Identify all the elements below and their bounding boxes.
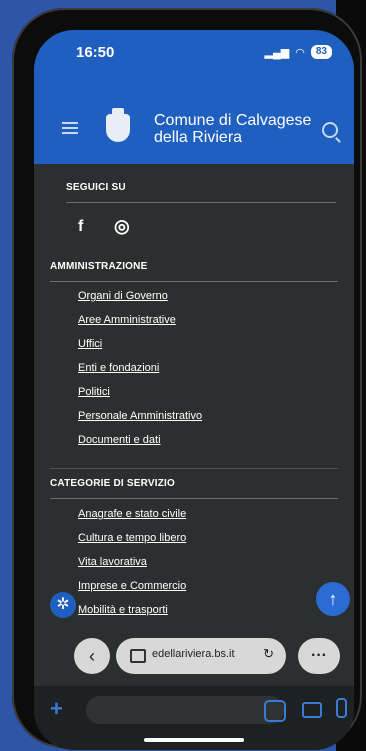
- message-input[interactable]: [86, 696, 284, 724]
- site-title-line1: Comune di Calvagese: [154, 112, 312, 129]
- status-icons: ▂▄▆ ◠ 83: [265, 45, 332, 59]
- chat-input-bar: +: [34, 686, 354, 750]
- status-bar: 16:50 ▂▄▆ ◠ 83: [34, 30, 354, 74]
- back-to-top-button[interactable]: ↑: [316, 582, 350, 616]
- link-documenti-e-dati[interactable]: Documenti e dati: [78, 434, 161, 446]
- more-options-button[interactable]: ···: [298, 638, 340, 674]
- link-enti-e-fondazioni[interactable]: Enti e fondazioni: [78, 362, 159, 374]
- divider: [50, 468, 338, 469]
- divider: [50, 498, 338, 499]
- url-text: edellariviera.bs.it: [152, 648, 235, 660]
- municipality-crest-icon: [106, 108, 130, 142]
- address-bar[interactable]: edellariviera.bs.it ↻: [116, 638, 286, 674]
- link-personale-amministrativo[interactable]: Personale Amministrativo: [78, 410, 202, 422]
- facebook-icon[interactable]: f: [78, 218, 83, 236]
- link-cultura-e-tempo-libero[interactable]: Cultura e tempo libero: [78, 532, 186, 544]
- camera-icon[interactable]: [302, 702, 322, 718]
- link-organi-di-governo[interactable]: Organi di Governo: [78, 290, 168, 302]
- site-title[interactable]: Comune di Calvagese della Riviera: [154, 112, 311, 146]
- browser-back-button[interactable]: ‹: [74, 638, 110, 674]
- battery-icon: 83: [310, 45, 332, 59]
- site-header: Comune di Calvagese della Riviera: [34, 74, 354, 164]
- accessibility-icon[interactable]: ✲: [50, 592, 76, 618]
- home-indicator[interactable]: [144, 738, 244, 742]
- link-politici[interactable]: Politici: [78, 386, 110, 398]
- reload-icon[interactable]: ↻: [263, 646, 274, 662]
- link-mobilita-e-trasporti[interactable]: Mobilità e trasporti: [78, 604, 168, 616]
- categorie-title: CATEGORIE DI SERVIZIO: [50, 478, 175, 489]
- wifi-icon: ◠: [295, 46, 305, 59]
- browser-toolbar: ‹ edellariviera.bs.it ↻ ···: [34, 638, 354, 684]
- microphone-icon[interactable]: [336, 698, 347, 718]
- link-uffici[interactable]: Uffici: [78, 338, 102, 350]
- instagram-icon[interactable]: ◎: [114, 216, 130, 237]
- link-aree-amministrative[interactable]: Aree Amministrative: [78, 314, 176, 326]
- status-time: 16:50: [76, 44, 115, 61]
- link-anagrafe-e-stato-civile[interactable]: Anagrafe e stato civile: [78, 508, 186, 520]
- social-title: SEGUICI SU: [66, 182, 126, 193]
- plus-icon[interactable]: +: [50, 696, 63, 722]
- sticker-icon[interactable]: [264, 700, 286, 722]
- link-vita-lavorativa[interactable]: Vita lavorativa: [78, 556, 147, 568]
- signal-icon: ▂▄▆: [264, 46, 290, 59]
- tabs-icon[interactable]: [130, 649, 146, 663]
- divider: [50, 281, 338, 282]
- search-icon[interactable]: [322, 122, 338, 138]
- hamburger-menu-icon[interactable]: [62, 122, 78, 134]
- link-imprese-e-commercio[interactable]: Imprese e Commercio: [78, 580, 186, 592]
- phone-frame: 16:50 ▂▄▆ ◠ 83 Comune di Calvagese della…: [12, 8, 362, 750]
- site-title-line2: della Riviera: [154, 129, 243, 146]
- divider: [66, 202, 336, 203]
- amministrazione-title: AMMINISTRAZIONE: [50, 261, 148, 272]
- phone-screen: 16:50 ▂▄▆ ◠ 83 Comune di Calvagese della…: [34, 30, 354, 750]
